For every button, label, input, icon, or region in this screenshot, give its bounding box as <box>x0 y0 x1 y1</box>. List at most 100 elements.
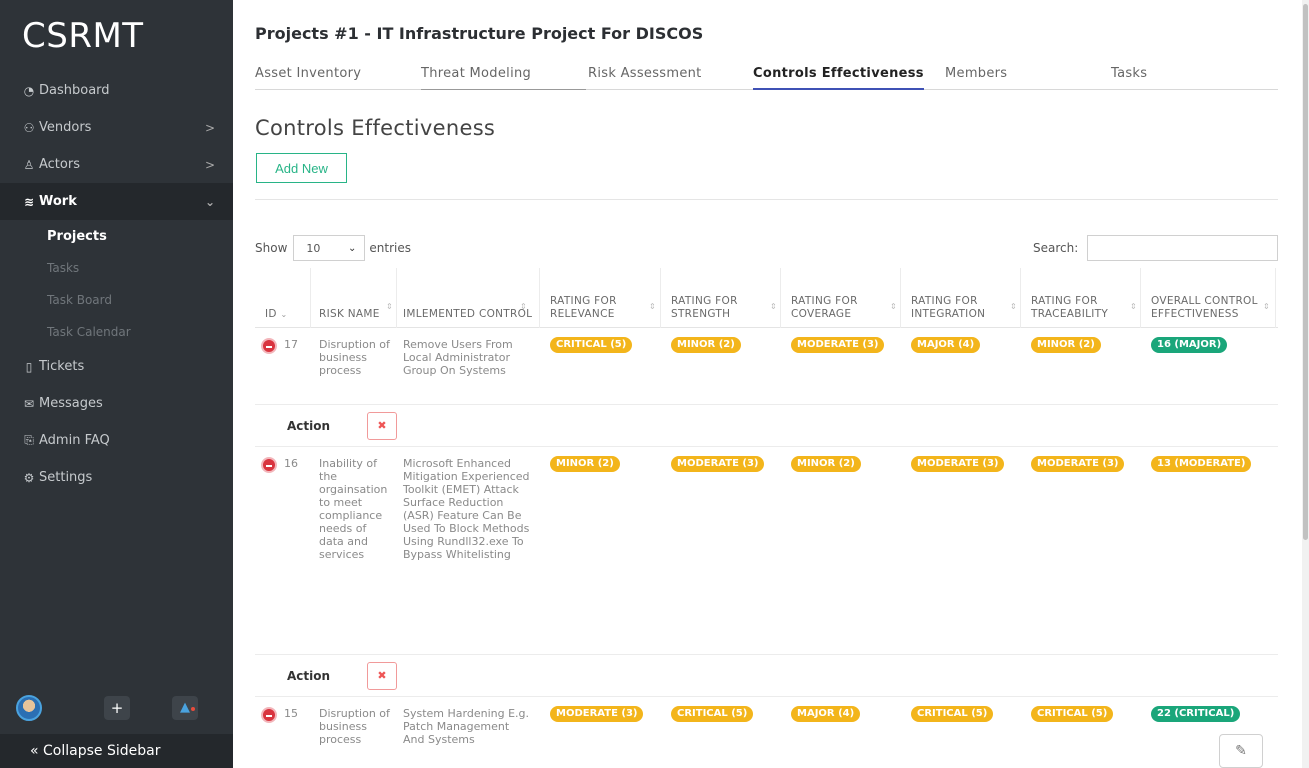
work-submenu: Projects Tasks Task Board Task Calendar <box>0 220 233 348</box>
rating-badge: MINOR (2) <box>791 456 861 472</box>
table-row[interactable]: 15 Disruption of business process System… <box>255 697 1278 768</box>
sidebar-nav: ◔ Dashboard ⚇ Vendors > ♙ Actors > ≋ Wor… <box>0 72 233 496</box>
rating-badge: MODERATE (3) <box>550 706 644 722</box>
tab-threat-modeling[interactable]: Threat Modeling <box>421 66 586 90</box>
rating-badge: MODERATE (3) <box>1031 456 1125 472</box>
sidebar-subitem-projects[interactable]: Projects <box>0 220 233 252</box>
search-input[interactable] <box>1087 235 1278 261</box>
sidebar-subitem-tasks[interactable]: Tasks <box>0 252 233 284</box>
page-scrollbar[interactable] <box>1302 0 1309 768</box>
add-button[interactable]: + <box>104 696 130 720</box>
tab-members[interactable]: Members <box>945 66 1007 90</box>
entries-select[interactable]: 10 ⌄ <box>293 235 366 261</box>
delete-button[interactable]: ✖ <box>367 662 397 690</box>
rating-badge: CRITICAL (5) <box>550 337 633 353</box>
sidebar-item-label: Dashboard <box>39 83 110 98</box>
rating-badge: MINOR (2) <box>671 337 741 353</box>
chevron-down-icon: ⌄ <box>204 194 215 209</box>
column-header-implemented-control[interactable]: IMLEMENTED CONTROL ⇕ <box>403 302 533 321</box>
column-header-coverage[interactable]: RATING FOR COVERAGE ⇕ <box>791 295 903 321</box>
collapse-row-icon[interactable] <box>261 457 277 473</box>
cell-control: Microsoft Enhanced Mitigation Experience… <box>403 457 530 561</box>
close-icon: ✖ <box>377 419 387 432</box>
actors-icon: ♙ <box>23 157 35 172</box>
sidebar-item-admin-faq[interactable]: ⎘ Admin FAQ <box>0 422 233 459</box>
column-header-integration[interactable]: RATING FOR INTEGRATION ⇕ <box>911 295 1023 321</box>
tab-tasks[interactable]: Tasks <box>1111 66 1147 90</box>
action-row: Action ✖ <box>255 405 1278 447</box>
rating-badge: MODERATE (3) <box>911 456 1005 472</box>
edit-button[interactable]: ✎ <box>1219 734 1263 768</box>
table-row[interactable]: 17 Disruption of business process Remove… <box>255 328 1278 405</box>
sidebar-item-vendors[interactable]: ⚇ Vendors > <box>0 109 233 146</box>
notifications-button[interactable]: ▲ <box>172 696 198 720</box>
sidebar-subitem-task-calendar[interactable]: Task Calendar <box>0 316 233 348</box>
sidebar-item-dashboard[interactable]: ◔ Dashboard <box>0 72 233 109</box>
vendors-icon: ⚇ <box>23 120 35 135</box>
tab-risk-assessment[interactable]: Risk Assessment <box>588 66 702 90</box>
cell-id: 16 <box>284 457 298 470</box>
tab-bar: Asset Inventory Threat Modeling Risk Ass… <box>255 66 1278 90</box>
brand-logo[interactable]: CSRMT <box>22 16 144 56</box>
column-header-strength[interactable]: RATING FOR STRENGTH ⇕ <box>671 295 783 321</box>
sidebar-item-label: Work <box>39 194 77 209</box>
dashboard-icon: ◔ <box>23 83 35 98</box>
sidebar-item-label: Admin FAQ <box>39 433 110 448</box>
plus-icon: + <box>110 699 124 717</box>
sidebar-item-actors[interactable]: ♙ Actors > <box>0 146 233 183</box>
messages-icon: ✉ <box>23 396 35 411</box>
main-content: Projects #1 - IT Infrastructure Project … <box>233 0 1309 768</box>
work-icon: ≋ <box>23 194 35 209</box>
column-header-traceability[interactable]: RATING FOR TRACEABILITY ⇕ <box>1031 295 1143 321</box>
add-new-button[interactable]: Add New <box>256 153 347 183</box>
tab-asset-inventory[interactable]: Asset Inventory <box>255 66 361 90</box>
sidebar: CSRMT ◔ Dashboard ⚇ Vendors > ♙ Actors >… <box>0 0 233 768</box>
column-header-overall[interactable]: OVERALL CONTROL EFFECTIVENESS ⇕ <box>1151 295 1276 321</box>
chevron-right-icon: > <box>204 157 215 172</box>
sidebar-item-settings[interactable]: ⚙ Settings <box>0 459 233 496</box>
collapse-row-icon[interactable] <box>261 338 277 354</box>
settings-icon: ⚙ <box>23 470 35 485</box>
sidebar-item-label: Tickets <box>39 359 85 374</box>
entries-control: Show 10 ⌄ entries <box>255 235 411 261</box>
entries-label: entries <box>369 241 411 255</box>
page-title: Projects #1 - IT Infrastructure Project … <box>255 24 704 43</box>
collapse-row-icon[interactable] <box>261 707 277 723</box>
close-icon: ✖ <box>377 669 387 682</box>
admin-faq-icon: ⎘ <box>24 433 34 447</box>
avatar[interactable] <box>16 695 42 721</box>
sidebar-item-tickets[interactable]: ▯ Tickets <box>0 348 233 385</box>
sidebar-item-work[interactable]: ≋ Work ⌄ <box>0 183 233 220</box>
cell-risk-name: Disruption of business process <box>319 338 390 377</box>
chevron-down-icon: ⌄ <box>348 242 357 254</box>
delete-button[interactable]: ✖ <box>367 412 397 440</box>
rating-badge: MODERATE (3) <box>671 456 765 472</box>
tab-controls-effectiveness[interactable]: Controls Effectiveness <box>753 66 924 90</box>
sidebar-footer: + ▲ <box>0 686 233 734</box>
scrollbar-thumb[interactable] <box>1303 4 1308 540</box>
cell-control: Remove Users From Local Administrator Gr… <box>403 338 513 377</box>
rating-badge: MODERATE (3) <box>791 337 885 353</box>
cell-id: 17 <box>284 338 298 351</box>
search-label: Search: <box>1033 241 1079 255</box>
app: CSRMT ◔ Dashboard ⚇ Vendors > ♙ Actors >… <box>0 0 1309 768</box>
table-row[interactable]: 16 Inability of the orgainsation to meet… <box>255 447 1278 655</box>
collapse-sidebar-button[interactable]: « Collapse Sidebar <box>0 734 233 768</box>
column-header-relevance[interactable]: RATING FOR RELEVANCE ⇕ <box>550 295 662 321</box>
column-header-id[interactable]: ID ⌄ <box>265 308 310 321</box>
entries-value: 10 <box>306 241 321 255</box>
sidebar-subitem-task-board[interactable]: Task Board <box>0 284 233 316</box>
cell-id: 15 <box>284 707 298 720</box>
rating-badge: MAJOR (4) <box>791 706 861 722</box>
edit-icon: ✎ <box>1235 743 1247 759</box>
overall-badge: 16 (MAJOR) <box>1151 337 1228 353</box>
rating-badge: CRITICAL (5) <box>671 706 754 722</box>
show-label: Show <box>255 241 288 255</box>
column-header-risk-name[interactable]: RISK NAME ⇕ <box>319 302 399 321</box>
table-header: ID ⌄ RISK NAME ⇕ IMLEMENTED CONTROL ⇕ RATI… <box>255 268 1278 328</box>
action-label: Action <box>287 669 331 683</box>
sidebar-item-messages[interactable]: ✉ Messages <box>0 385 233 422</box>
rating-badge: MINOR (2) <box>1031 337 1101 353</box>
notification-dot <box>191 707 195 711</box>
sidebar-item-label: Vendors <box>39 120 92 135</box>
